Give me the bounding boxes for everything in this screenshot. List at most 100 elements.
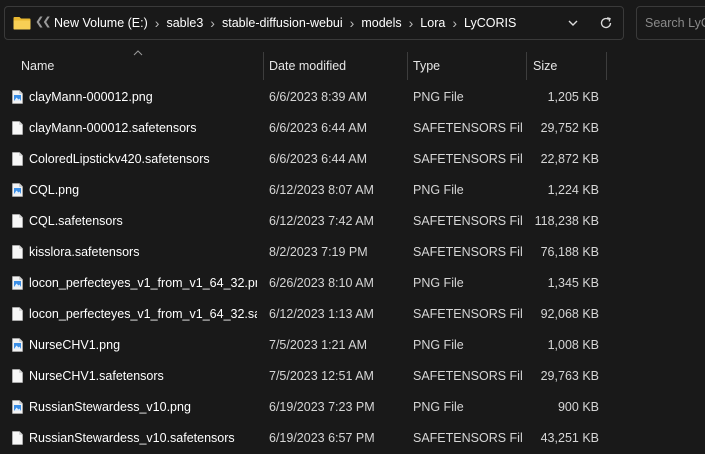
folder-icon [13,17,31,30]
file-date-modified: 6/6/2023 6:44 AM [269,121,367,135]
file-date-modified: 6/6/2023 8:39 AM [269,90,367,104]
file-row[interactable]: locon_perfecteyes_v1_from_v1_64_32.saf..… [0,299,705,330]
breadcrumb-item[interactable]: stable-diffusion-webui [219,16,346,30]
file-row[interactable]: clayMann-000012.safetensors 6/6/2023 6:44… [0,113,705,144]
file-name: locon_perfecteyes_v1_from_v1_64_32.png [29,276,257,290]
file-name: RussianStewardess_v10.safetensors [29,431,235,445]
column-divider[interactable] [263,52,264,80]
breadcrumb-item[interactable]: Lora [417,16,448,30]
file-row[interactable]: RussianStewardess_v10.png 6/19/2023 7:23 … [0,392,705,423]
file-size: 1,345 KB [547,276,599,290]
file-name: RussianStewardess_v10.png [29,400,191,414]
file-type: PNG File [413,400,464,414]
chevron-right-icon[interactable]: › [346,15,359,31]
file-size: 900 KB [557,400,599,414]
column-header-row: Name Date modified Type Size [0,52,705,80]
refresh-icon[interactable] [599,16,613,30]
chevron-right-icon[interactable]: › [151,15,164,31]
file-date-modified: 6/26/2023 8:10 AM [269,276,374,290]
file-type: PNG File [413,338,464,352]
file-type: SAFETENSORS File [413,369,523,383]
file-name: CQL.png [29,183,80,197]
file-date-modified: 7/5/2023 1:21 AM [269,338,367,352]
png-file-icon [12,90,23,104]
chevron-right-icon[interactable]: › [448,15,461,31]
file-size: 92,068 KB [540,307,599,321]
file-row[interactable]: ColoredLipstickv420.safetensors 6/6/2023 … [0,144,705,175]
file-row[interactable]: NurseCHV1.safetensors 7/5/2023 12:51 AM SA… [0,361,705,392]
blank-file-icon [12,214,23,228]
file-row[interactable]: CQL.png 6/12/2023 8:07 AM PNG File 1,224 KB [0,175,705,206]
file-size: 22,872 KB [540,152,599,166]
column-divider[interactable] [606,52,607,80]
file-date-modified: 6/19/2023 7:23 PM [269,400,375,414]
file-size: 1,205 KB [547,90,599,104]
breadcrumb-item[interactable]: LyCORIS [461,16,519,30]
file-name: clayMann-000012.png [29,90,153,104]
file-row[interactable]: locon_perfecteyes_v1_from_v1_64_32.png 6/… [0,268,705,299]
search-input[interactable] [645,15,705,31]
file-name: locon_perfecteyes_v1_from_v1_64_32.saf..… [29,307,257,321]
column-divider[interactable] [407,52,408,80]
file-size: 43,251 KB [540,431,599,445]
file-type: SAFETENSORS File [413,307,523,321]
breadcrumb: New Volume (E:) › sable3 › stable-diffusion-… [51,7,519,39]
file-row[interactable]: RussianStewardess_v10.safetensors 6/19/20… [0,423,705,454]
breadcrumb-item[interactable]: sable3 [163,16,206,30]
png-file-icon [12,183,23,197]
chevron-right-icon[interactable]: › [206,15,219,31]
file-name: NurseCHV1.safetensors [29,369,164,383]
blank-file-icon [12,152,23,166]
chevron-right-icon[interactable]: › [405,15,418,31]
png-file-icon [12,276,23,290]
file-type: SAFETENSORS File [413,152,523,166]
file-date-modified: 8/2/2023 7:19 PM [269,245,368,259]
file-size: 118,238 KB [534,214,599,228]
file-size: 1,008 KB [547,338,599,352]
file-type: SAFETENSORS File [413,121,523,135]
file-date-modified: 6/19/2023 6:57 PM [269,431,375,445]
file-date-modified: 6/12/2023 8:07 AM [269,183,374,197]
file-name: clayMann-000012.safetensors [29,121,197,135]
file-size: 29,763 KB [540,369,599,383]
file-name: CQL.safetensors [29,214,123,228]
file-type: PNG File [413,90,464,104]
file-size: 76,188 KB [540,245,599,259]
double-chevron-left-icon[interactable]: ❮❮ [35,15,52,28]
file-type: PNG File [413,276,464,290]
file-row[interactable]: NurseCHV1.png 7/5/2023 1:21 AM PNG File 1,0… [0,330,705,361]
file-date-modified: 6/12/2023 1:13 AM [269,307,374,321]
column-header-name[interactable]: Name [21,52,259,80]
file-date-modified: 6/12/2023 7:42 AM [269,214,374,228]
file-name: kisslora.safetensors [29,245,140,259]
file-explorer-window: ❮❮ New Volume (E:) › sable3 › stable-diffusi… [0,0,705,454]
file-type: SAFETENSORS File [413,431,523,445]
png-file-icon [12,338,23,352]
column-header-date[interactable]: Date modified [269,52,403,80]
file-date-modified: 6/6/2023 6:44 AM [269,152,367,166]
file-row[interactable]: kisslora.safetensors 8/2/2023 7:19 PM SAFE… [0,237,705,268]
blank-file-icon [12,431,23,445]
breadcrumb-item[interactable]: models [358,16,404,30]
file-name: ColoredLipstickv420.safetensors [29,152,210,166]
file-type: PNG File [413,183,464,197]
search-box[interactable] [636,6,705,40]
chevron-down-icon[interactable] [567,17,579,29]
column-header-type[interactable]: Type [413,52,521,80]
breadcrumb-item[interactable]: New Volume (E:) [51,16,151,30]
blank-file-icon [12,307,23,321]
file-size: 1,224 KB [547,183,599,197]
blank-file-icon [12,121,23,135]
file-date-modified: 7/5/2023 12:51 AM [269,369,374,383]
png-file-icon [12,400,23,414]
column-header-size[interactable]: Size [533,52,603,80]
file-row[interactable]: CQL.safetensors 6/12/2023 7:42 AM SAFETENS… [0,206,705,237]
file-row[interactable]: clayMann-000012.png 6/6/2023 8:39 AM PNG F… [0,82,705,113]
file-size: 29,752 KB [540,121,599,135]
file-type: SAFETENSORS File [413,214,523,228]
file-name: NurseCHV1.png [29,338,121,352]
file-type: SAFETENSORS File [413,245,523,259]
column-divider[interactable] [526,52,527,80]
address-bar[interactable]: ❮❮ New Volume (E:) › sable3 › stable-diffusi… [4,6,624,40]
blank-file-icon [12,369,23,383]
